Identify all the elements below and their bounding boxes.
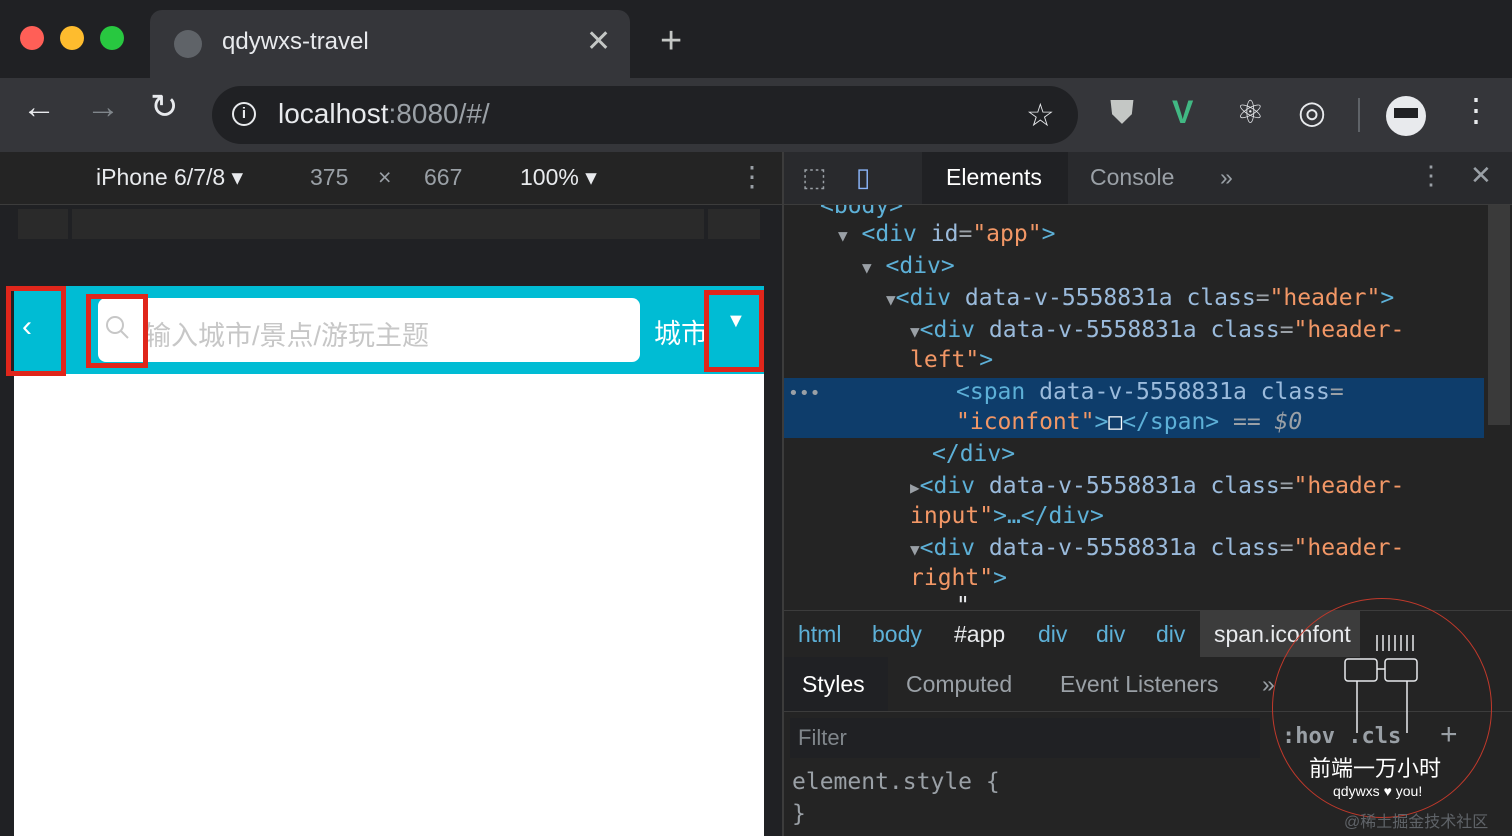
close-devtools-icon[interactable]: ✕ bbox=[1470, 160, 1492, 191]
device-height-input[interactable]: 667 bbox=[424, 164, 462, 191]
tab-console[interactable]: Console bbox=[1090, 164, 1174, 191]
shield-extension-icon[interactable]: ⛊ bbox=[1110, 96, 1134, 128]
highlight-box-back bbox=[6, 286, 66, 376]
target-extension-icon[interactable]: ◎ bbox=[1298, 96, 1326, 128]
browser-toolbar: ← → ↻ i localhost:8080/#/ ☆ ⛊ V ⚛ ◎ ⋮ bbox=[0, 78, 1512, 152]
new-tab-icon[interactable]: + bbox=[660, 22, 682, 60]
highlight-box-dropdown bbox=[704, 290, 764, 372]
more-tabs-icon[interactable]: » bbox=[1220, 164, 1233, 191]
minimize-window-button[interactable] bbox=[60, 26, 84, 50]
breadcrumb-app[interactable]: #app bbox=[954, 621, 1005, 648]
dom-node-header[interactable]: ▼<div data-v-5558831a class="header"> bbox=[886, 283, 1394, 315]
browser-tab[interactable]: qdywxs-travel ✕ bbox=[150, 10, 630, 78]
react-devtools-icon[interactable]: ⚛ bbox=[1236, 96, 1265, 128]
emulated-page: ‹ 输入城市/景点/游玩主题 城市 ▼ bbox=[14, 286, 764, 836]
dom-node-span-iconfont[interactable]: <span data-v-5558831a class= bbox=[956, 377, 1344, 407]
reload-icon[interactable]: ↻ bbox=[150, 90, 179, 124]
dom-node-app[interactable]: ▼ <div id="app"> bbox=[838, 219, 1055, 251]
styles-filter-input[interactable]: Filter bbox=[790, 718, 1260, 758]
zoom-select[interactable]: 100% ▾ bbox=[520, 164, 597, 191]
info-icon[interactable]: i bbox=[232, 102, 256, 126]
dom-node-header-input[interactable]: ▶<div data-v-5558831a class="header- bbox=[910, 471, 1404, 503]
media-segment[interactable] bbox=[72, 209, 704, 239]
breadcrumb-div[interactable]: div bbox=[1038, 621, 1067, 648]
tab-event-listeners[interactable]: Event Listeners bbox=[1060, 671, 1219, 698]
device-more-icon[interactable]: ⋮ bbox=[738, 160, 766, 193]
device-select[interactable]: iPhone 6/7/8 ▾ bbox=[96, 164, 243, 191]
bookmark-star-icon[interactable]: ☆ bbox=[1026, 96, 1055, 134]
dom-node-header-right[interactable]: ▼<div data-v-5558831a class="header- bbox=[910, 533, 1404, 565]
breadcrumb-div[interactable]: div bbox=[1156, 621, 1185, 648]
device-toggle-icon[interactable]: ▯ bbox=[856, 162, 870, 193]
media-segment[interactable] bbox=[708, 209, 760, 239]
url-text[interactable]: localhost:8080/#/ bbox=[278, 98, 490, 130]
maximize-window-button[interactable] bbox=[100, 26, 124, 50]
forward-icon[interactable]: → bbox=[86, 90, 120, 124]
dom-scrollbar[interactable] bbox=[1488, 205, 1510, 425]
city-label[interactable]: 城市 bbox=[654, 312, 708, 351]
dom-tree: <body> ▼ <div id="app"> ▼ <div> ▼<div da… bbox=[784, 205, 1512, 610]
device-toolbar: iPhone 6/7/8 ▾ 375 × 667 100% ▾ ⋮ bbox=[0, 152, 782, 205]
tab-computed[interactable]: Computed bbox=[906, 671, 1012, 698]
tab-styles[interactable]: Styles bbox=[784, 657, 888, 711]
close-tab-icon[interactable]: ✕ bbox=[586, 24, 611, 59]
dom-node-close-div[interactable]: </div> bbox=[932, 439, 1015, 469]
tab-elements[interactable]: Elements bbox=[922, 152, 1068, 204]
breadcrumb-html[interactable]: html bbox=[798, 621, 841, 648]
watermark-badge: 前端一万小时 qdywxs ♥ you! bbox=[1272, 598, 1492, 818]
close-window-button[interactable] bbox=[20, 26, 44, 50]
breadcrumb-div[interactable]: div bbox=[1096, 621, 1125, 648]
media-query-bar bbox=[0, 205, 782, 241]
tab-title: qdywxs-travel bbox=[222, 28, 369, 55]
avatar-mask bbox=[1394, 108, 1418, 118]
device-width-input[interactable]: 375 bbox=[310, 164, 348, 191]
mascot-icon bbox=[1344, 635, 1418, 733]
devtools-tabbar: ⬚ ▯ Elements Console » ⋮ ✕ bbox=[784, 152, 1512, 205]
address-bar[interactable]: i localhost:8080/#/ ☆ bbox=[212, 86, 1078, 144]
devtools-menu-icon[interactable]: ⋮ bbox=[1418, 160, 1444, 191]
back-icon[interactable]: ← bbox=[22, 90, 56, 124]
watermark-title: 前端一万小时 bbox=[1309, 756, 1442, 781]
juejin-watermark: @稀土掘金技术社区 bbox=[1344, 814, 1489, 831]
watermark-subtitle: qdywxs ♥ you! bbox=[1333, 783, 1423, 799]
highlight-box-search bbox=[86, 294, 148, 368]
title-bar: qdywxs-travel ✕ + bbox=[0, 0, 1512, 78]
dom-node-div[interactable]: ▼ <div> bbox=[862, 251, 955, 283]
inspect-element-icon[interactable]: ⬚ bbox=[802, 162, 827, 193]
search-input[interactable]: 输入城市/景点/游玩主题 bbox=[98, 298, 640, 362]
browser-menu-icon[interactable]: ⋮ bbox=[1460, 94, 1492, 126]
avatar[interactable] bbox=[1386, 96, 1426, 136]
toolbar-divider bbox=[1358, 98, 1360, 132]
media-segment[interactable] bbox=[18, 209, 68, 239]
node-actions-icon[interactable]: ••• bbox=[788, 379, 821, 409]
vue-devtools-icon[interactable]: V bbox=[1172, 96, 1193, 128]
breadcrumb-body[interactable]: body bbox=[872, 621, 922, 648]
dimension-times: × bbox=[378, 164, 392, 190]
dom-node-header-left[interactable]: ▼<div data-v-5558831a class="header- bbox=[910, 315, 1404, 347]
search-placeholder: 输入城市/景点/游玩主题 bbox=[144, 321, 430, 351]
element-style-rule[interactable]: element.style { } bbox=[792, 766, 1000, 830]
globe-icon bbox=[174, 30, 202, 58]
